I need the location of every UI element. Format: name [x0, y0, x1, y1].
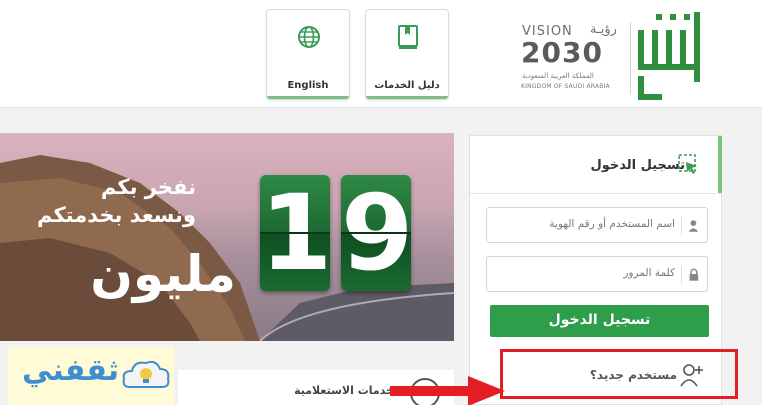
counter-digit: 9	[341, 175, 413, 291]
hero-banner: نفخر بكم ونسعد بخدمتكم مليون 1 9	[0, 133, 454, 341]
banner-line-2: ونسعد بخدمتكم	[36, 203, 196, 227]
header: VISION رؤيـة 2030 المملكة العربية السعود…	[0, 0, 762, 108]
page: VISION رؤيـة 2030 المملكة العربية السعود…	[0, 0, 762, 405]
banner-line-1: نفخر بكم	[100, 175, 196, 199]
english-label: English	[287, 80, 329, 91]
new-user-link[interactable]: مستخدم جديد؟	[500, 349, 738, 399]
absher-logo[interactable]	[634, 12, 710, 102]
globe-icon	[298, 26, 320, 48]
login-cursor-icon	[678, 154, 697, 174]
header-divider	[630, 22, 631, 94]
username-field[interactable]: اسم المستخدم أو رقم الهوية	[486, 207, 708, 243]
login-accent-bar	[718, 136, 722, 193]
username-placeholder: اسم المستخدم أو رقم الهوية	[549, 218, 675, 230]
english-button[interactable]: English	[266, 9, 350, 100]
services-guide-button[interactable]: دليل الخدمات	[365, 9, 449, 100]
new-user-label: مستخدم جديد؟	[589, 368, 677, 382]
book-icon	[398, 25, 418, 49]
watermark-text: ثقفني	[22, 353, 120, 388]
vision-label-ar: رؤيـة	[590, 22, 617, 37]
add-user-icon	[680, 364, 703, 387]
kingdom-label-en: KINGDOM OF SAUDI ARABIA	[521, 83, 610, 90]
vision-year: 2030	[521, 36, 603, 69]
services-guide-label: دليل الخدمات	[374, 80, 440, 91]
inquiry-label: خدمات الاستعلامية	[294, 384, 394, 397]
red-arrow-annotation	[390, 376, 505, 405]
button-accent-bar	[267, 96, 349, 99]
lock-icon	[681, 266, 699, 284]
flip-separator	[341, 232, 411, 234]
login-title: تسجيل الدخول	[590, 158, 685, 173]
banner-big-word: مليون	[90, 245, 236, 303]
login-divider	[470, 193, 721, 194]
kingdom-label-ar: المملكة العربية السعودية	[522, 72, 594, 80]
user-icon	[681, 217, 699, 235]
watermark: ثقفني	[8, 347, 174, 405]
login-submit-button[interactable]: تسجيل الدخول	[490, 305, 709, 337]
counter-digit: 1	[260, 175, 332, 291]
button-accent-bar	[366, 96, 448, 99]
password-field[interactable]: كلمة المرور	[486, 256, 708, 292]
vision-2030-logo: VISION رؤيـة 2030 المملكة العربية السعود…	[518, 22, 630, 102]
lightbulb-cloud-icon	[122, 360, 170, 388]
flip-separator	[260, 232, 330, 234]
password-placeholder: كلمة المرور	[623, 267, 675, 279]
